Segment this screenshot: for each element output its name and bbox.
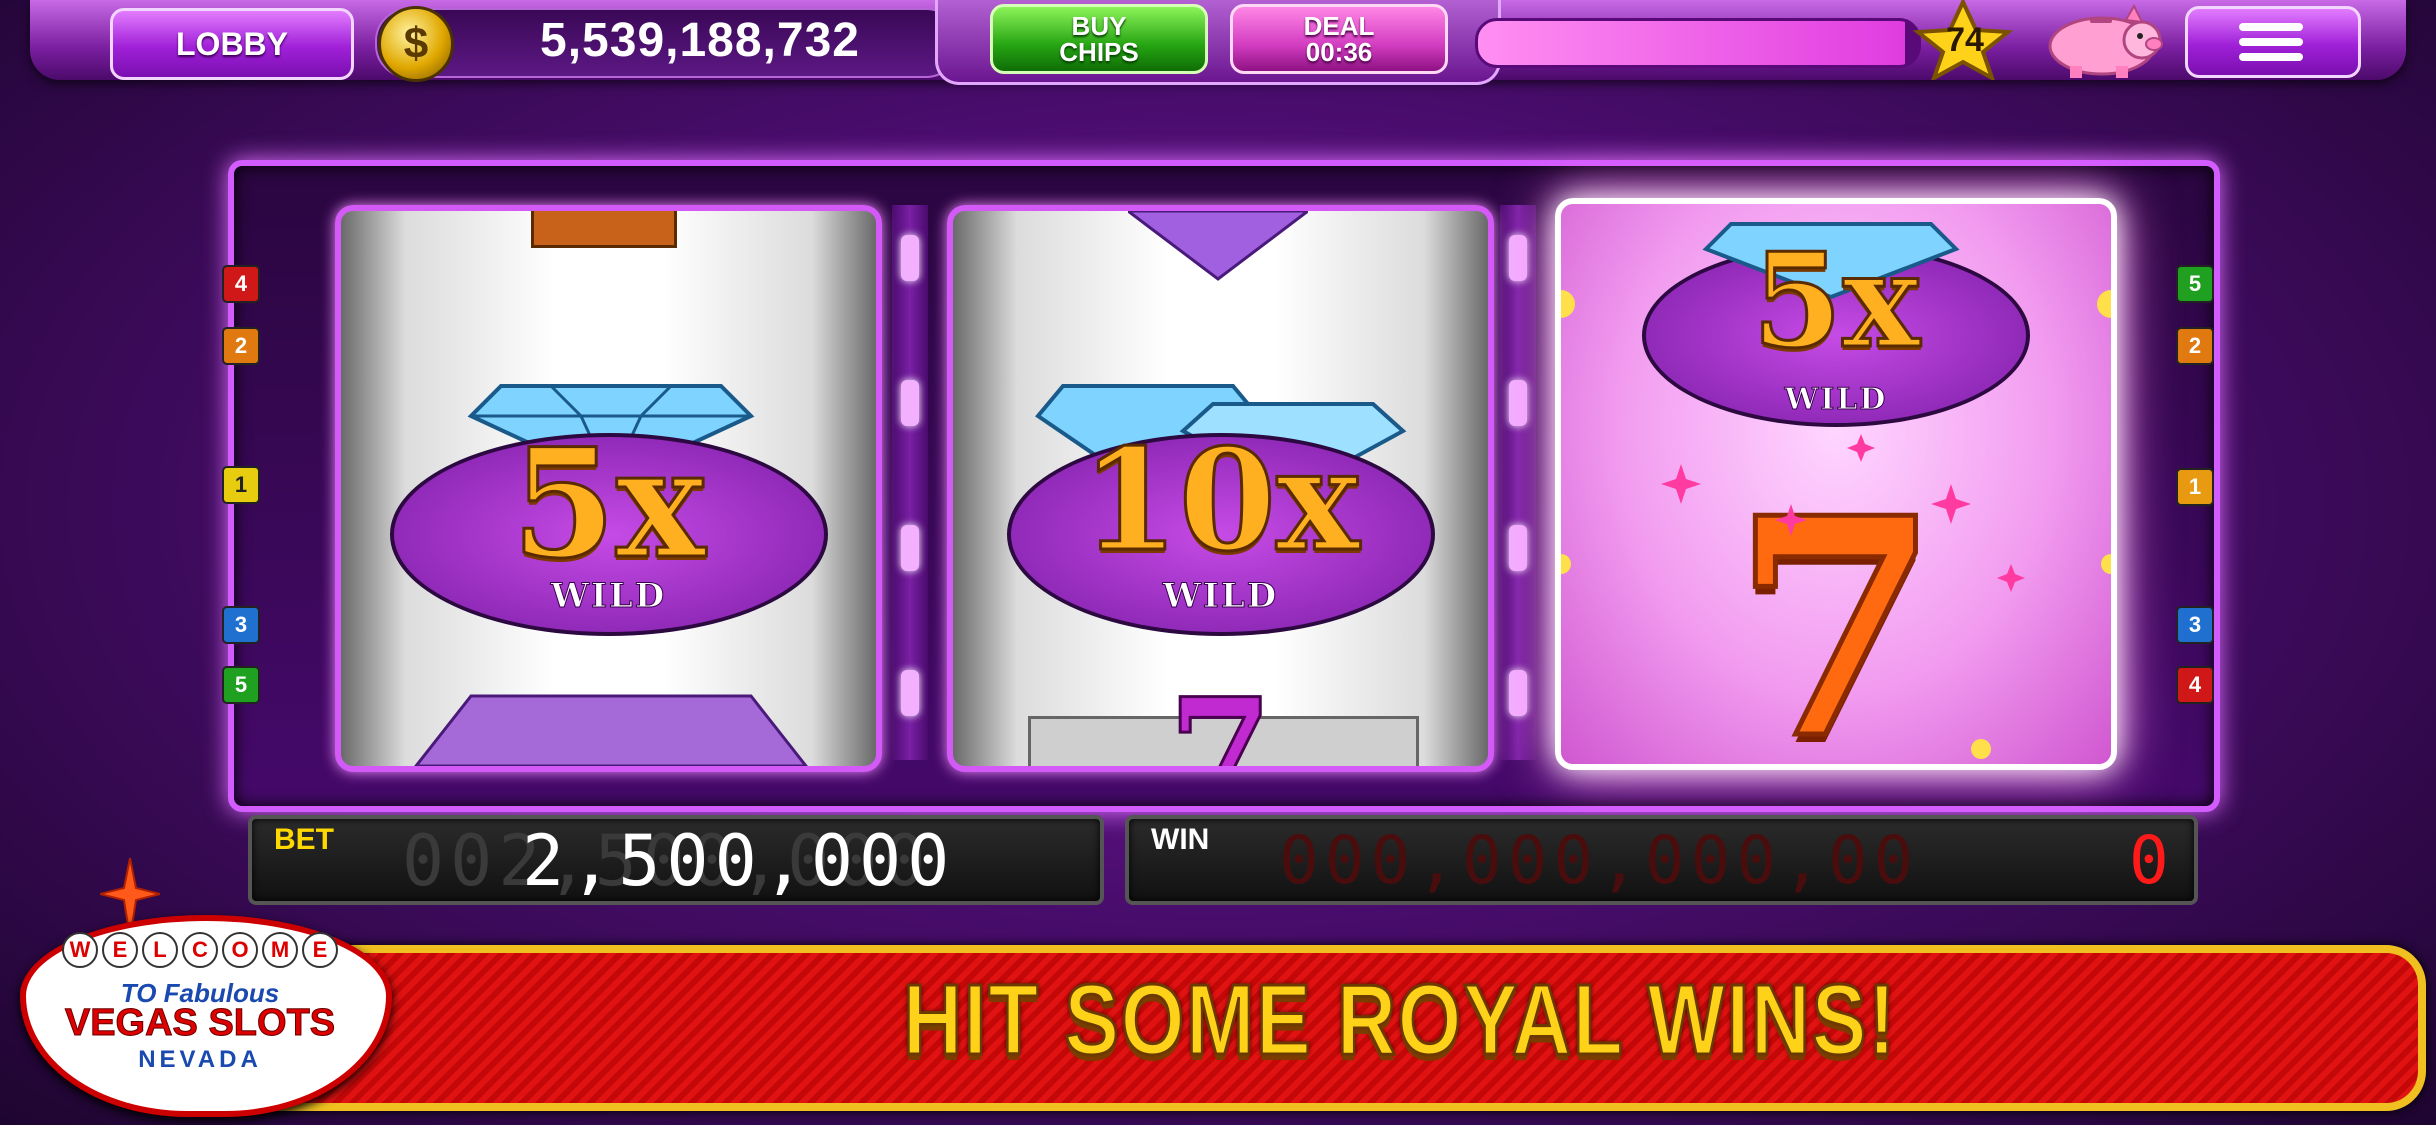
sparkle-effects <box>1561 290 2111 759</box>
reel-3-highlighted: 5x WILD 7 <box>1555 198 2117 770</box>
payline-marker-right-4: 3 <box>2176 606 2214 644</box>
logo-title: VEGAS SLOTS <box>64 1002 336 1045</box>
coin-symbol: $ <box>403 19 429 68</box>
lobby-label: LOBBY <box>176 25 288 62</box>
win-ghost-digits: 000,000,000,00 <box>1279 822 1920 899</box>
logo-welcome: WELCOME <box>30 932 370 972</box>
deal-button[interactable]: DEAL 00:36 <box>1230 4 1448 74</box>
xp-progress-bar <box>1475 18 1921 68</box>
reel-divider <box>1500 205 1536 760</box>
deal-label: DEAL <box>1303 11 1375 41</box>
deal-timer: 00:36 <box>1305 37 1373 67</box>
logo-welcome-letter: O <box>222 932 258 968</box>
piggy-bank-icon[interactable] <box>2030 4 2170 80</box>
logo-welcome-letter: W <box>62 932 98 968</box>
payline-marker-right-1: 5 <box>2176 265 2214 303</box>
buy-label-line2: CHIPS <box>1059 37 1139 67</box>
coin-balance: 5,539,188,732 <box>540 13 860 67</box>
payline-marker-left-1: 4 <box>222 265 260 303</box>
bet-label: BET <box>274 823 334 856</box>
buy-label-line1: BUY <box>1071 11 1127 41</box>
win-label: WIN <box>1151 823 1210 856</box>
reel-2-bottom-seven: 7 <box>1167 665 1274 772</box>
payline-marker-left-3: 1 <box>222 466 260 504</box>
reel-divider <box>892 205 928 760</box>
reel-2-multiplier: 10x <box>1080 418 1361 585</box>
payline-marker-left-5: 5 <box>222 666 260 704</box>
reel-2-wild-label: WILD <box>1162 576 1279 617</box>
menu-button[interactable] <box>2185 6 2361 78</box>
purple-gem-icon <box>414 694 808 766</box>
reel-1-top-symbol <box>531 211 677 248</box>
win-meter: WIN 000,000,000,00 0 <box>1125 815 2198 905</box>
payline-marker-right-2: 2 <box>2176 327 2214 365</box>
coin-icon: $ <box>378 6 454 82</box>
win-value: 0 <box>2129 822 2175 899</box>
payline-marker-left-2: 2 <box>222 327 260 365</box>
reel-1-multiplier: 5x <box>510 415 707 594</box>
reel-1: 5x WILD <box>335 205 882 772</box>
logo-state: NEVADA <box>138 1046 262 1073</box>
logo-welcome-letter: E <box>102 932 138 968</box>
purple-gem-icon <box>1128 211 1308 281</box>
payline-marker-right-3: 1 <box>2176 468 2214 506</box>
reel-1-wild-label: WILD <box>550 576 667 617</box>
payline-marker-right-5: 4 <box>2176 666 2214 704</box>
logo-welcome-letter: E <box>302 932 338 968</box>
bet-meter[interactable]: BET 002,500,000 2,500,000 <box>248 815 1104 905</box>
promo-banner-text: HIT SOME ROYAL WINS! <box>902 962 1898 1077</box>
player-level: 74 <box>1946 20 1984 59</box>
buy-chips-button[interactable]: BUY CHIPS <box>990 4 1208 74</box>
lobby-button[interactable]: LOBBY <box>110 8 354 80</box>
bet-value: 2,500,000 <box>522 820 956 902</box>
hamburger-icon <box>2188 9 2358 75</box>
logo-welcome-letter: C <box>182 932 218 968</box>
logo-welcome-letter: M <box>262 932 298 968</box>
reel-2: 10x WILD 7 <box>947 205 1494 772</box>
payline-marker-left-4: 3 <box>222 606 260 644</box>
logo-welcome-letter: L <box>142 932 178 968</box>
